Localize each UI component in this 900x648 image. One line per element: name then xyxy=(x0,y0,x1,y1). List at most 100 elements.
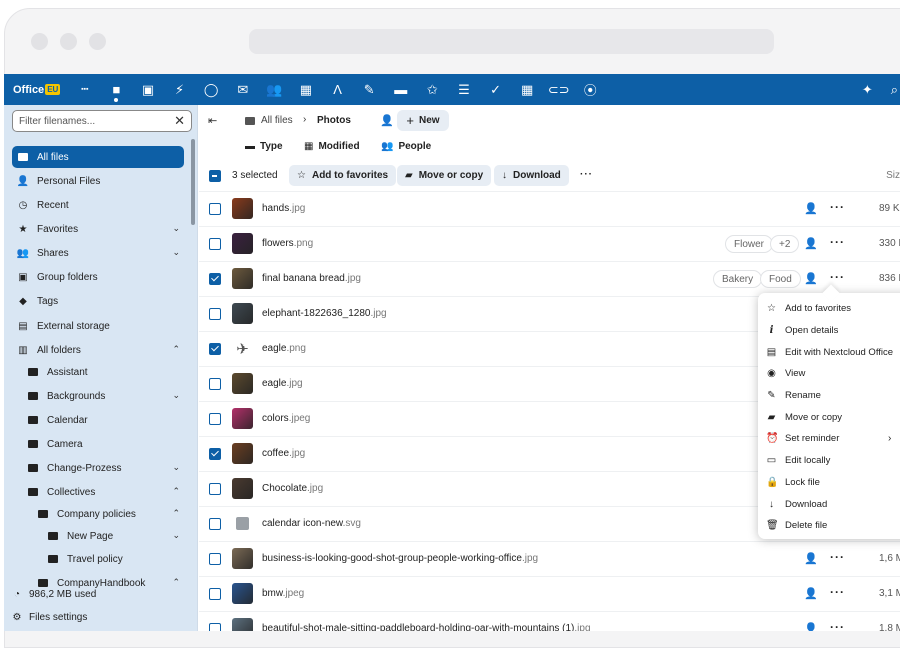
more-actions-icon[interactable]: ··· xyxy=(580,169,593,180)
mail-icon[interactable]: ✉ xyxy=(227,74,259,105)
chevron-down-icon[interactable]: ⌄ xyxy=(172,223,180,234)
menu-item-view[interactable]: ◉ View xyxy=(758,363,900,385)
table-row[interactable]: business-is-looking-good-shot-group-peop… xyxy=(199,541,900,576)
sidebar-item-camera[interactable]: Camera xyxy=(12,433,184,455)
file-name[interactable]: elephant-1822636_1280.jpg xyxy=(262,308,387,319)
menu-item-add-to-favorites[interactable]: ☆ Add to favorites xyxy=(758,298,900,320)
file-name[interactable]: beautiful-shot-male-sitting-paddleboard-… xyxy=(262,623,591,631)
window-minimize-dot[interactable] xyxy=(60,33,77,50)
search-icon[interactable]: ⌕ xyxy=(891,82,898,98)
new-button[interactable]: + New xyxy=(397,110,449,131)
chevron-up-icon[interactable]: ⌃ xyxy=(172,344,180,355)
file-tag[interactable]: +2 xyxy=(770,235,800,253)
row-checkbox[interactable] xyxy=(209,273,221,285)
window-maximize-dot[interactable] xyxy=(89,33,106,50)
breadcrumb-current[interactable]: Photos xyxy=(317,115,351,126)
menu-item-download[interactable]: ↓ Download xyxy=(758,493,900,515)
chevron-down-icon[interactable]: ⌄ xyxy=(172,462,180,473)
dashboard-icon[interactable]: ▪▪▪ xyxy=(69,74,101,105)
office-eu-logo[interactable]: Office EU xyxy=(13,84,65,96)
row-checkbox[interactable] xyxy=(209,413,221,425)
share-icon[interactable]: 👤 xyxy=(804,587,818,600)
link-icon[interactable]: ⊂⊃ xyxy=(543,74,575,105)
sidebar-item-favorites[interactable]: ★ Favorites ⌄ xyxy=(12,218,184,240)
contacts-icon[interactable]: 👥 xyxy=(259,74,291,105)
file-name[interactable]: coffee.jpg xyxy=(262,448,305,459)
row-checkbox[interactable] xyxy=(209,378,221,390)
more-actions-icon[interactable]: ··· xyxy=(830,235,845,249)
sidebar-item-all-folders[interactable]: ▥ All folders ⌃ xyxy=(12,339,184,361)
filter-filenames-input[interactable]: Filter filenames... ✕ xyxy=(12,110,192,132)
maps-icon[interactable]: ⦿ xyxy=(575,74,607,105)
sidebar-item-recent[interactable]: ◷ Recent xyxy=(12,194,184,216)
menu-item-set-reminder[interactable]: ⏰ Set reminder › xyxy=(758,428,900,450)
share-icon[interactable]: 👤 xyxy=(804,202,818,215)
toggle-navigation-icon[interactable]: ⇤ xyxy=(208,114,217,127)
row-checkbox[interactable] xyxy=(209,623,221,631)
sidebar-item-assistant[interactable]: Assistant xyxy=(12,361,184,383)
add-to-favorites-button[interactable]: ☆ Add to favorites xyxy=(289,165,397,186)
share-icon[interactable]: 👤 xyxy=(804,552,818,565)
share-icon[interactable]: 👤 xyxy=(804,272,818,285)
row-checkbox[interactable] xyxy=(209,203,221,215)
size-column-header[interactable]: Siz xyxy=(886,170,900,181)
sidebar-item-company-policies[interactable]: Company policies ⌃ xyxy=(12,503,184,525)
files-icon[interactable]: ■ xyxy=(101,74,133,105)
file-name[interactable]: final banana bread.jpg xyxy=(262,273,361,284)
menu-item-open-details[interactable]: i Open details xyxy=(758,320,900,342)
row-checkbox[interactable] xyxy=(209,308,221,320)
window-close-dot[interactable] xyxy=(31,33,48,50)
file-name[interactable]: colors.jpeg xyxy=(262,413,310,424)
photos-icon[interactable]: ▣ xyxy=(132,74,164,105)
file-tag[interactable]: Flower xyxy=(725,235,774,253)
chevron-down-icon[interactable]: ⌄ xyxy=(172,390,180,401)
more-actions-icon[interactable]: ··· xyxy=(830,270,845,284)
file-name[interactable]: business-is-looking-good-shot-group-peop… xyxy=(262,553,538,564)
sidebar-item-backgrounds[interactable]: Backgrounds ⌄ xyxy=(12,385,184,407)
row-checkbox[interactable] xyxy=(209,518,221,530)
chevron-up-icon[interactable]: ⌃ xyxy=(172,508,180,519)
calendar-icon[interactable]: ▦ xyxy=(290,74,322,105)
file-name[interactable]: eagle.png xyxy=(262,343,306,354)
deck-icon[interactable]: ▬ xyxy=(385,74,417,105)
clear-filter-icon[interactable]: ✕ xyxy=(174,113,185,129)
sidebar-item-shares[interactable]: 👥 Shares ⌄ xyxy=(12,242,184,264)
search-app-icon[interactable]: ◯ xyxy=(195,74,227,105)
table-row[interactable]: hands.jpg 👤 ··· 89 K xyxy=(199,191,900,226)
chevron-up-icon[interactable]: ⌃ xyxy=(172,577,180,588)
file-name[interactable]: calendar icon-new.svg xyxy=(262,518,361,529)
file-name[interactable]: bmw.jpeg xyxy=(262,588,304,599)
file-name[interactable]: eagle.jpg xyxy=(262,378,303,389)
favorites-icon[interactable]: ✩ xyxy=(417,74,449,105)
table-row[interactable]: beautiful-shot-male-sitting-paddleboard-… xyxy=(199,611,900,631)
file-name[interactable]: flowers.png xyxy=(262,238,313,249)
filter-type[interactable]: ▬ Type xyxy=(245,141,283,152)
sidebar-item-personal-files[interactable]: 👤 Personal Files xyxy=(12,170,184,192)
more-actions-icon[interactable]: ··· xyxy=(830,620,845,631)
download-button[interactable]: ↓ Download xyxy=(494,165,569,186)
sidebar-item-collectives[interactable]: Collectives ⌃ xyxy=(12,481,184,503)
row-checkbox[interactable] xyxy=(209,238,221,250)
select-all-checkbox[interactable] xyxy=(209,170,221,182)
file-name[interactable]: hands.jpg xyxy=(262,203,305,214)
share-folder-icon[interactable]: 👤 xyxy=(380,114,394,127)
row-checkbox[interactable] xyxy=(209,553,221,565)
sidebar-item-tags[interactable]: ◆ Tags xyxy=(12,290,184,312)
sidebar-scrollbar[interactable] xyxy=(191,139,195,225)
menu-item-lock-file[interactable]: 🔒 Lock file xyxy=(758,472,900,494)
notes-icon[interactable]: Ʌ xyxy=(322,74,354,105)
table-row[interactable]: bmw.jpeg 👤 ··· 3,1 M xyxy=(199,576,900,611)
file-name[interactable]: Chocolate.jpg xyxy=(262,483,323,494)
menu-item-delete-file[interactable]: 🗑 Delete file xyxy=(758,515,900,537)
table-row[interactable]: final banana bread.jpg Bakery Food 👤 ··· 836 … xyxy=(199,261,900,296)
filter-people[interactable]: 👥 People xyxy=(381,141,431,152)
menu-item-edit-with-nextcloud-office[interactable]: ▤ Edit with Nextcloud Office xyxy=(758,341,900,363)
file-tag[interactable]: Food xyxy=(760,270,801,288)
share-icon[interactable]: 👤 xyxy=(804,622,818,631)
menu-item-move-or-copy[interactable]: ▰ Move or copy xyxy=(758,406,900,428)
check-icon[interactable]: ✓ xyxy=(480,74,512,105)
sidebar-item-travel-policy[interactable]: Travel policy xyxy=(12,548,184,570)
sidebar-item-group-folders[interactable]: ▣ Group folders xyxy=(12,266,184,288)
tasks-icon[interactable]: ☰ xyxy=(448,74,480,105)
move-or-copy-button[interactable]: ▰ Move or copy xyxy=(397,165,492,186)
